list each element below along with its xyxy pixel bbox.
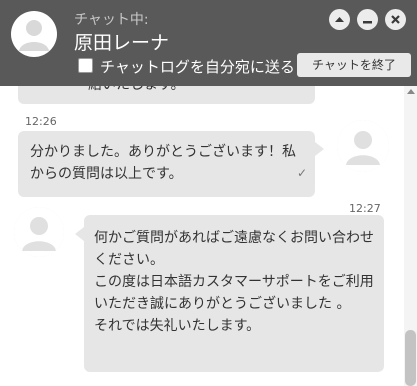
message-timestamp: 12:26: [25, 115, 57, 128]
message-line: それでは失礼いたします。: [94, 318, 261, 334]
agent-name: 原田レーナ: [74, 32, 170, 54]
agent-avatar-small: [14, 207, 64, 257]
close-icon: [391, 15, 400, 24]
message-line: この度は日本語カスタマーサポートをご利用いただき誠にありがとうございました 。: [94, 274, 374, 312]
close-button[interactable]: [385, 9, 406, 30]
chat-transcript: 結いたします。 12:26 分かりました。ありがとうございます！私からの質問は以…: [0, 86, 404, 386]
read-checkmark-icon: ✓: [297, 166, 308, 180]
user-avatar: [337, 120, 389, 172]
user-message: 分かりました。ありがとうございます！私からの質問は以上です。: [18, 131, 315, 197]
chevron-up-icon: [335, 17, 344, 22]
agent-avatar: [11, 11, 57, 57]
send-log-checkbox[interactable]: [78, 58, 93, 73]
minimize-icon: [363, 21, 372, 24]
agent-message: 何かご質問があればご遠慮なくお問い合わせください。 この度は日本語カスタマーサポ…: [84, 215, 384, 372]
person-icon: [337, 120, 389, 172]
message-timestamp: 12:27: [349, 202, 381, 215]
chat-header: チャット中: 原田レーナ チャットログを自分宛に送る チャットを終了: [0, 0, 417, 86]
bubble-tail: [315, 142, 324, 156]
scroll-up-icon[interactable]: [407, 89, 415, 94]
message-line: 何かご質問があればご遠慮なくお問い合わせください。: [94, 230, 374, 268]
minimize-button[interactable]: [357, 9, 378, 30]
bubble-tail: [75, 227, 84, 241]
send-log-label[interactable]: チャットログを自分宛に送る: [100, 56, 295, 77]
agent-message-partial: 結いたします。: [18, 86, 315, 104]
collapse-button[interactable]: [329, 9, 350, 30]
chat-status-label: チャット中:: [74, 12, 149, 28]
end-chat-button[interactable]: チャットを終了: [297, 53, 411, 77]
scrollbar-thumb[interactable]: [405, 330, 416, 386]
person-icon: [14, 207, 64, 257]
person-icon: [19, 20, 49, 51]
